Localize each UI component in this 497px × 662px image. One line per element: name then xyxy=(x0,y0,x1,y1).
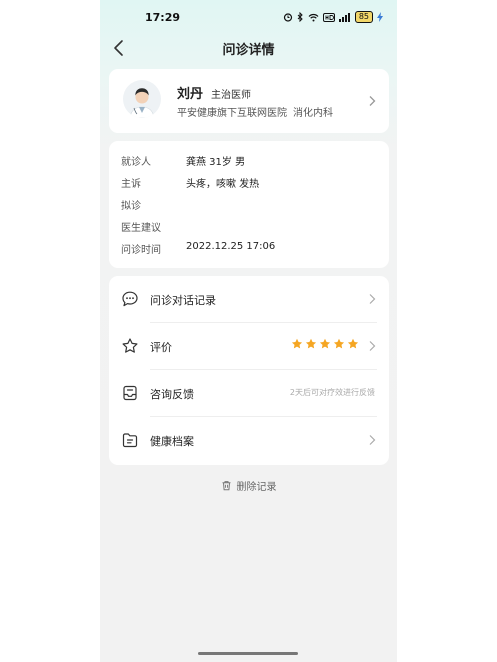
info-value: 龚燕 31岁 男 xyxy=(186,157,246,168)
info-label: 拟诊 xyxy=(121,201,141,212)
star-filled-icon xyxy=(291,338,303,349)
home-indicator[interactable] xyxy=(198,652,298,655)
menu-item-label: 咨询反馈 xyxy=(150,388,194,401)
page-title: 问诊详情 xyxy=(222,43,275,58)
signal-icon xyxy=(338,12,350,22)
info-label: 主诉 xyxy=(121,179,141,190)
delete-record-label: 删除记录 xyxy=(236,482,277,493)
star-filled-icon xyxy=(347,338,359,349)
status-bar: 17:29 85 xyxy=(100,0,397,34)
feedback-hint: 2天后可对疗效进行反馈 xyxy=(289,388,375,397)
hd-icon xyxy=(322,12,335,22)
info-label: 就诊人 xyxy=(121,157,151,168)
star-filled-icon xyxy=(305,338,317,349)
chat-record-icon xyxy=(122,291,138,307)
doctor-avatar xyxy=(123,80,161,118)
info-row-complaint: 主诉 头疼，咳嗽 发热 xyxy=(121,175,259,190)
chevron-right-icon xyxy=(369,341,376,351)
feedback-icon xyxy=(123,385,137,401)
info-label: 问诊时间 xyxy=(121,245,161,256)
info-row-patient: 就诊人 龚燕 31岁 男 xyxy=(121,153,245,168)
menu-item-label: 健康档案 xyxy=(150,435,194,448)
info-row-time: 问诊时间 2022.12.25 17:06 xyxy=(121,241,275,256)
star-outline-icon xyxy=(122,338,138,353)
info-value: 2022.12.25 17:06 xyxy=(186,241,276,252)
wifi-icon xyxy=(308,13,319,21)
info-row-advice: 医生建议 xyxy=(121,219,186,234)
status-time: 17:29 xyxy=(145,11,181,24)
battery-indicator: 85 xyxy=(354,11,373,23)
status-icons: 85 xyxy=(283,11,383,23)
consultation-info-card: 就诊人 龚燕 31岁 男 主诉 头疼，咳嗽 发热 拟诊 医生建议 问诊时间 20… xyxy=(109,141,389,268)
charging-icon xyxy=(377,12,383,22)
menu-item-label: 评价 xyxy=(150,341,172,354)
menu-item-feedback[interactable]: 咨询反馈 2天后可对疗效进行反馈 xyxy=(109,370,389,417)
menu-item-label: 问诊对话记录 xyxy=(150,294,216,307)
chevron-right-icon xyxy=(369,96,376,106)
rating-stars xyxy=(291,338,359,350)
folder-icon xyxy=(122,433,138,448)
chevron-right-icon xyxy=(369,435,376,445)
bluetooth-icon xyxy=(297,12,303,22)
menu-card: 问诊对话记录 评价 咨询反馈 2天后可对疗效进行反馈 健康档案 xyxy=(109,276,389,465)
star-filled-icon xyxy=(319,338,331,349)
info-label: 医生建议 xyxy=(121,223,161,234)
info-row-diagnosis: 拟诊 xyxy=(121,197,186,212)
doctor-card[interactable]: 刘丹 主治医师 平安健康旗下互联网医院 消化内科 xyxy=(109,69,389,133)
info-value: 头疼，咳嗽 发热 xyxy=(186,179,260,190)
app-screen: 17:29 85 问诊详情 刘丹 主治医师 平安健康旗下互联网医院 消化内科 就… xyxy=(100,0,397,662)
title-bar: 问诊详情 xyxy=(100,34,397,64)
alarm-icon xyxy=(283,13,292,22)
delete-record-button[interactable]: 删除记录 xyxy=(100,478,397,493)
doctor-department: 消化内科 xyxy=(293,108,333,119)
doctor-title: 主治医师 xyxy=(211,90,252,101)
chevron-right-icon xyxy=(369,294,376,304)
doctor-org-row: 平安健康旗下互联网医院 消化内科 xyxy=(177,104,333,119)
doctor-name-row: 刘丹 主治医师 xyxy=(177,83,251,102)
menu-item-chat-record[interactable]: 问诊对话记录 xyxy=(109,276,389,323)
menu-item-rating[interactable]: 评价 xyxy=(109,323,389,370)
doctor-hospital: 平安健康旗下互联网医院 xyxy=(177,108,287,119)
star-filled-icon xyxy=(333,338,345,349)
trash-icon xyxy=(222,481,230,491)
doctor-name: 刘丹 xyxy=(177,87,204,102)
menu-item-health-record[interactable]: 健康档案 xyxy=(109,417,389,464)
